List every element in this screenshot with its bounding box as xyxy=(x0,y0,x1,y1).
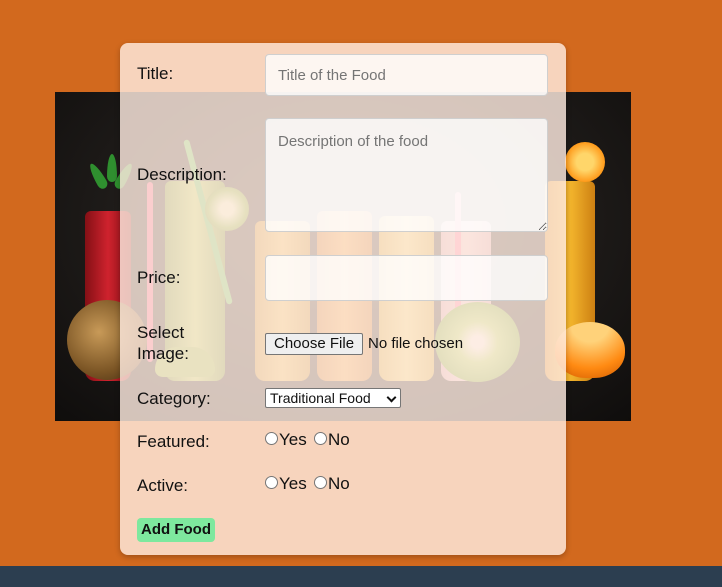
add-food-button[interactable]: Add Food xyxy=(137,518,215,542)
featured-yes-radio[interactable] xyxy=(265,432,278,445)
price-input[interactable] xyxy=(265,255,548,301)
choose-file-button[interactable]: Choose File xyxy=(265,333,364,355)
image-label-line2: Image: xyxy=(137,344,189,363)
featured-no-radio[interactable] xyxy=(314,432,327,445)
featured-no-label: No xyxy=(328,430,350,449)
file-status-text: No file chosen xyxy=(368,335,464,352)
image-label-line1: Select xyxy=(137,323,185,342)
active-no-label: No xyxy=(328,474,350,493)
description-label: Description: xyxy=(137,165,227,184)
chevron-down-icon xyxy=(386,392,397,403)
featured-label: Featured: xyxy=(137,432,210,451)
footer-bar xyxy=(0,566,722,587)
active-label: Active: xyxy=(137,476,189,495)
price-label: Price: xyxy=(137,268,181,287)
category-select[interactable]: Traditional Food xyxy=(265,388,401,408)
title-input[interactable] xyxy=(265,54,548,96)
add-food-form: Title: Description: Price: Select Image:… xyxy=(120,43,566,555)
title-label: Title: xyxy=(137,64,174,83)
active-yes-radio[interactable] xyxy=(265,476,278,489)
description-textarea[interactable] xyxy=(265,118,548,232)
category-label: Category: xyxy=(137,389,211,408)
active-no-radio[interactable] xyxy=(314,476,327,489)
featured-yes-label: Yes xyxy=(279,430,307,449)
category-selected-value: Traditional Food xyxy=(270,390,371,406)
active-yes-label: Yes xyxy=(279,474,307,493)
